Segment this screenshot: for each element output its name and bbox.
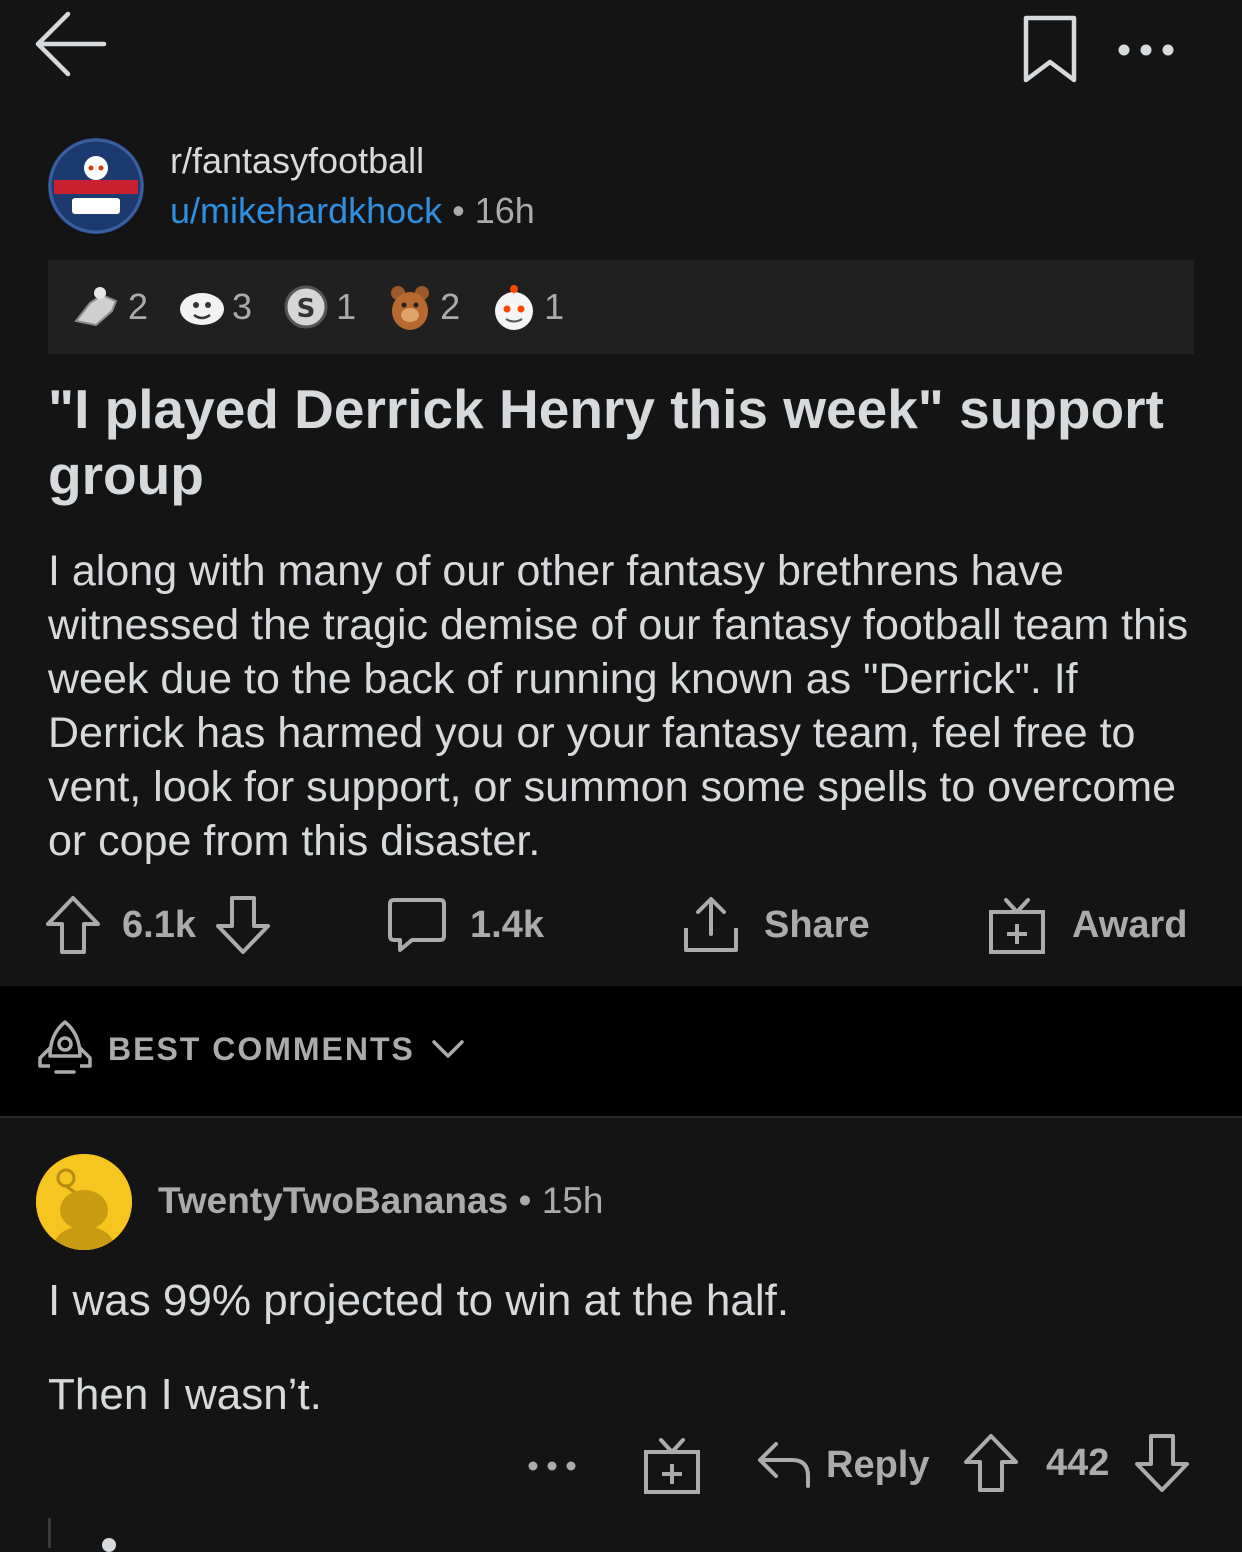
awards-bar[interactable]: 2 3 S 1 2 1 [48,260,1194,354]
comment-body-line: Then I wasn’t. [48,1370,322,1419]
award-item[interactable]: 2 [382,279,460,335]
bookmark-icon[interactable] [1020,14,1080,86]
comment-age: • 15h [508,1180,604,1221]
subreddit-avatar[interactable] [48,138,144,234]
award-silver-coin-icon: S [278,279,334,335]
comment-body-line: I was 99% projected to win at the half. [48,1276,790,1325]
share-icon [680,894,742,956]
post-title: "I played Derrick Henry this week" suppo… [48,378,1164,506]
comment-score: 442 [1046,1441,1110,1484]
comment-more-icon[interactable] [524,1446,580,1486]
award-count: 2 [128,286,149,327]
post-vote-group: 6.1k [44,894,272,956]
commenter-avatar[interactable] [36,1154,132,1250]
comment-author[interactable]: TwentyTwoBananas [158,1180,508,1221]
gift-icon [986,894,1048,956]
subreddit-name[interactable]: r/fantasyfootball [170,140,424,182]
award-item[interactable]: 1 [486,279,564,335]
award-item[interactable]: S 1 [278,279,356,335]
award-button[interactable]: Award [986,894,1187,956]
award-item[interactable]: 3 [174,279,252,335]
comment-bubble-icon [386,894,448,956]
comments-button[interactable]: 1.4k [386,894,544,956]
more-options-icon[interactable] [1114,30,1178,70]
share-button[interactable]: Share [680,894,870,956]
sort-label: BEST COMMENTS [108,1030,415,1067]
award-count: 1 [544,286,565,327]
rocket-icon [36,1018,94,1080]
sort-dropdown[interactable]: BEST COMMENTS [36,1018,465,1080]
post-score: 6.1k [122,903,196,946]
award-item[interactable]: 2 [70,279,148,335]
thread-line[interactable] [48,1518,51,1548]
reply-arrow-icon [754,1436,814,1494]
post-body: I along with many of our other fantasy b… [48,547,1189,865]
upvote-arrow-icon[interactable] [44,894,102,956]
comment-count: 1.4k [470,903,544,946]
reply-label: Reply [826,1443,930,1486]
comment-gift-icon[interactable] [640,1434,704,1498]
post-author-line: u/mikehardkhock • 16h [170,190,535,232]
post-age: • 16h [442,190,535,231]
back-arrow-icon[interactable] [30,8,110,84]
award-snoo-face-icon [486,279,542,335]
award-count: 1 [336,286,357,327]
downvote-arrow-icon[interactable] [1133,1432,1191,1494]
share-label: Share [764,903,870,946]
svg-text:S: S [297,294,316,324]
award-bear-icon [382,279,438,335]
comment-author-line: TwentyTwoBananas • 15h [158,1180,603,1222]
award-label: Award [1072,903,1188,946]
chevron-down-icon [431,1037,465,1061]
downvote-arrow-icon[interactable] [214,894,272,956]
post-author[interactable]: u/mikehardkhock [170,190,442,231]
comment-vote-group: 442 [962,1432,1191,1494]
award-blob-face-icon [174,279,230,335]
award-trophy-hands-icon [70,279,126,335]
reply-button[interactable]: Reply [754,1436,929,1494]
next-comment-avatar [102,1538,116,1552]
award-count: 3 [232,286,253,327]
upvote-arrow-icon[interactable] [962,1432,1020,1494]
award-count: 2 [440,286,461,327]
